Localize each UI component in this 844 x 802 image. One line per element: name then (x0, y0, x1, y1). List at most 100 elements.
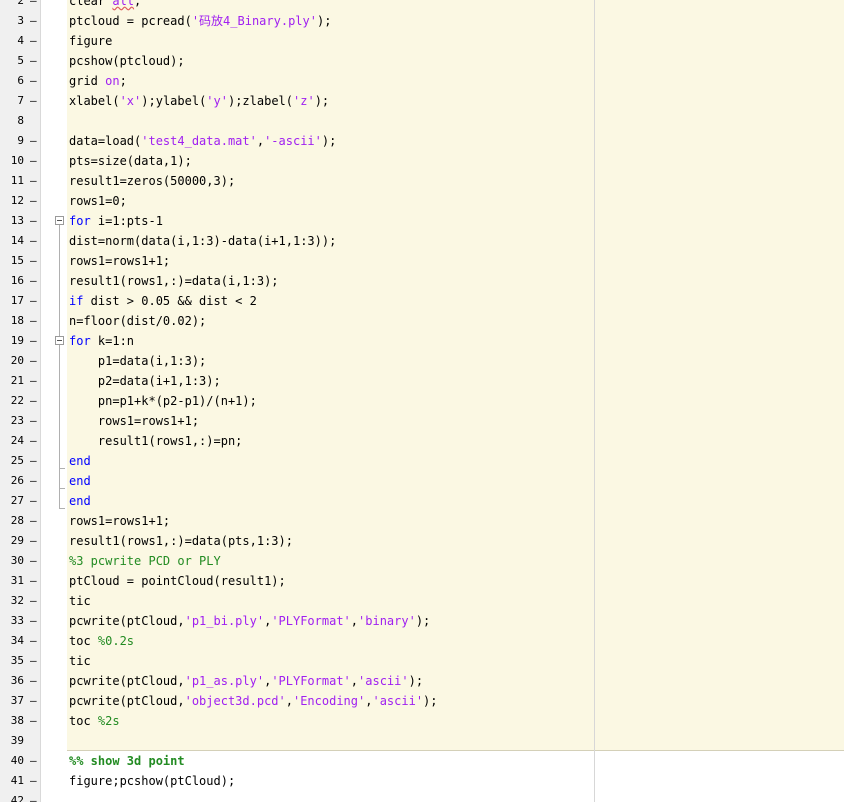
breakpoint-marker[interactable]: – (30, 531, 37, 551)
breakpoint-marker[interactable]: – (30, 11, 37, 31)
breakpoint-marker[interactable]: – (30, 651, 37, 671)
code-line[interactable]: 7– xlabel('x');ylabel('y');zlabel('z'); (0, 91, 844, 111)
code-line[interactable]: 19– for k=1:n (0, 331, 844, 351)
code-line[interactable]: 35– tic (0, 651, 844, 671)
breakpoint-marker[interactable]: – (30, 491, 37, 511)
code-line[interactable]: 11– result1=zeros(50000,3); (0, 171, 844, 191)
breakpoint-marker[interactable]: – (30, 211, 37, 231)
breakpoint-marker[interactable]: – (30, 331, 37, 351)
code-line[interactable]: 25– end (0, 451, 844, 471)
breakpoint-marker[interactable]: – (30, 271, 37, 291)
code-line[interactable]: 5– pcshow(ptcloud); (0, 51, 844, 71)
code-token: 'binary' (358, 614, 416, 628)
code-line[interactable]: 3– ptcloud = pcread('码放4_Binary.ply'); (0, 11, 844, 31)
code-line[interactable]: 42– (0, 791, 844, 802)
code-line[interactable]: 22– pn=p1+k*(p2-p1)/(n+1); (0, 391, 844, 411)
code-line[interactable]: 8 (0, 111, 844, 131)
code-token: );zlabel( (227, 94, 294, 108)
breakpoint-marker[interactable]: – (30, 671, 37, 691)
code-line[interactable]: 26– end (0, 471, 844, 491)
code-line[interactable]: 18– n=floor(dist/0.02); (0, 311, 844, 331)
code-line[interactable]: 20– p1=data(i,1:3); (0, 351, 844, 371)
code-line[interactable]: 12– rows1=0; (0, 191, 844, 211)
code-line[interactable]: 37– pcwrite(ptCloud,'object3d.pcd','Encod… (0, 691, 844, 711)
breakpoint-marker[interactable]: – (30, 691, 37, 711)
code-token: result1(rows1,:)=data(i,1:3); (69, 274, 279, 288)
breakpoint-marker[interactable]: – (30, 351, 37, 371)
code-line[interactable]: 24– result1(rows1,:)=pn; (0, 431, 844, 451)
code-line[interactable]: 32– tic (0, 591, 844, 611)
breakpoint-marker[interactable]: – (30, 311, 37, 331)
code-line[interactable]: 15– rows1=rows1+1; (0, 251, 844, 271)
code-line[interactable]: 28– rows1=rows1+1; (0, 511, 844, 531)
code-line[interactable]: 17– if dist > 0.05 && dist < 2 (0, 291, 844, 311)
breakpoint-marker[interactable]: – (30, 551, 37, 571)
breakpoint-marker[interactable]: – (30, 291, 37, 311)
breakpoint-marker[interactable]: – (30, 131, 37, 151)
code-line[interactable]: 36– pcwrite(ptCloud,'p1_as.ply','PLYForma… (0, 671, 844, 691)
breakpoint-marker[interactable]: – (30, 611, 37, 631)
code-line[interactable]: 30– %3 pcwrite PCD or PLY (0, 551, 844, 571)
breakpoint-marker[interactable]: – (30, 711, 37, 731)
code-line[interactable]: 14– dist=norm(data(i,1:3)-data(i+1,1:3)); (0, 231, 844, 251)
code-line[interactable]: 6– grid on; (0, 71, 844, 91)
code-line[interactable]: 23– rows1=rows1+1; (0, 411, 844, 431)
code-line[interactable]: 33– pcwrite(ptCloud,'p1_bi.ply','PLYForma… (0, 611, 844, 631)
code-token: pcwrite(ptCloud, (69, 694, 185, 708)
code-line[interactable]: 13– for i=1:pts-1 (0, 211, 844, 231)
breakpoint-marker[interactable]: – (30, 171, 37, 191)
code-text: p1=data(i,1:3); (69, 351, 206, 371)
code-line[interactable]: 39 (0, 731, 844, 751)
breakpoint-marker[interactable]: – (30, 191, 37, 211)
code-line[interactable]: 41– figure;pcshow(ptCloud); (0, 771, 844, 791)
breakpoint-marker[interactable]: – (30, 431, 37, 451)
code-line[interactable]: 4– figure (0, 31, 844, 51)
code-text: end (69, 471, 91, 491)
code-token: 'object3d.pcd' (184, 694, 286, 708)
code-line[interactable]: 27– end (0, 491, 844, 511)
code-line[interactable]: 40– %% show 3d point (0, 751, 844, 771)
code-token: ); (316, 14, 332, 28)
code-line[interactable]: 38– toc %2s (0, 711, 844, 731)
breakpoint-marker[interactable]: – (30, 31, 37, 51)
code-line[interactable]: 16– result1(rows1,:)=data(i,1:3); (0, 271, 844, 291)
code-token: , (350, 614, 359, 628)
breakpoint-marker[interactable]: – (30, 451, 37, 471)
breakpoint-marker[interactable]: – (30, 371, 37, 391)
breakpoint-marker[interactable]: – (30, 771, 37, 791)
code-text: toc %2s (69, 711, 120, 731)
code-line[interactable]: 21– p2=data(i+1,1:3); (0, 371, 844, 391)
breakpoint-marker[interactable]: – (30, 511, 37, 531)
code-token: figure (69, 34, 113, 48)
code-editor[interactable]: 2– clear all; 3– ptcloud = pcread('码放4_Bina… (0, 0, 844, 802)
breakpoint-marker[interactable]: – (30, 471, 37, 491)
breakpoint-marker[interactable]: – (30, 71, 37, 91)
breakpoint-marker[interactable]: – (30, 51, 37, 71)
breakpoint-marker[interactable]: – (30, 91, 37, 111)
code-text: end (69, 451, 91, 471)
breakpoint-marker[interactable]: – (30, 0, 37, 11)
code-line[interactable]: 9– data=load('test4_data.mat','-ascii'); (0, 131, 844, 151)
code-line[interactable]: 2– clear all; (0, 0, 844, 11)
breakpoint-marker[interactable]: – (30, 411, 37, 431)
breakpoint-marker[interactable]: – (30, 231, 37, 251)
line-number: 26 (10, 474, 24, 487)
code-line[interactable]: 31– ptCloud = pointCloud(result1); (0, 571, 844, 591)
code-token: i=1:pts-1 (90, 214, 163, 228)
code-token: end (69, 454, 91, 468)
breakpoint-marker[interactable]: – (30, 791, 37, 802)
code-line[interactable]: 34– toc %0.2s (0, 631, 844, 651)
line-number: 22 (10, 394, 24, 407)
code-line[interactable]: 29– result1(rows1,:)=data(pts,1:3); (0, 531, 844, 551)
line-number: 4 (17, 34, 24, 47)
breakpoint-marker[interactable]: – (30, 151, 37, 171)
breakpoint-marker[interactable]: – (30, 631, 37, 651)
breakpoint-marker[interactable]: – (30, 571, 37, 591)
code-token: result1=zeros(50000,3); (69, 174, 236, 188)
code-line[interactable]: 10– pts=size(data,1); (0, 151, 844, 171)
code-token: 'y' (206, 94, 228, 108)
breakpoint-marker[interactable]: – (30, 251, 37, 271)
breakpoint-marker[interactable]: – (30, 391, 37, 411)
breakpoint-marker[interactable]: – (30, 591, 37, 611)
breakpoint-marker[interactable]: – (30, 751, 37, 771)
